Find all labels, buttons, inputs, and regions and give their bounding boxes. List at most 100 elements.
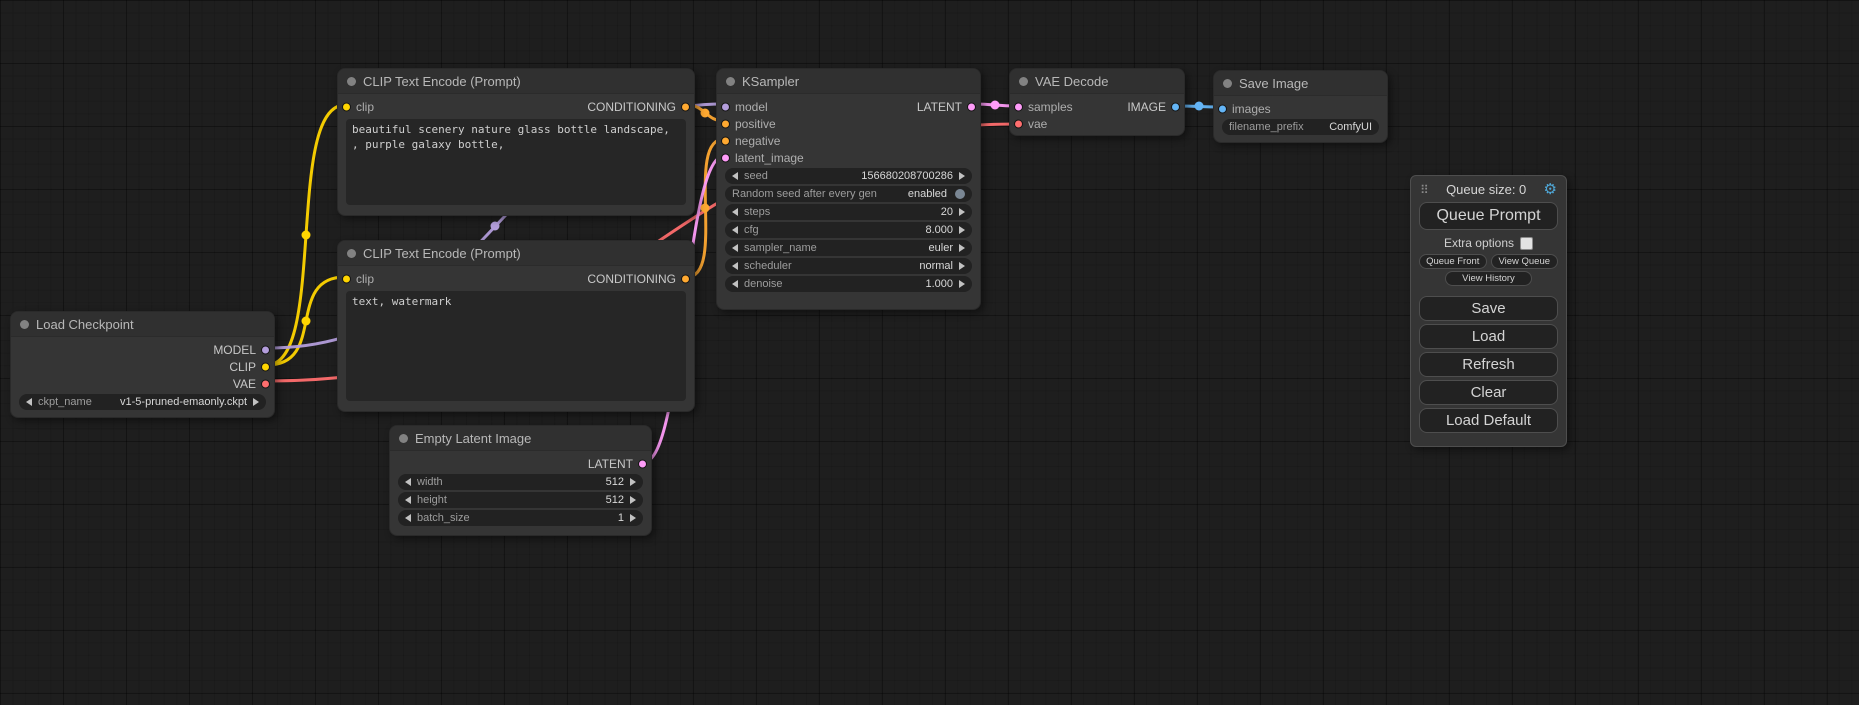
samples-input-dot[interactable] [1014, 102, 1023, 111]
decrement-icon[interactable] [405, 496, 411, 504]
random-seed-toggle-widget[interactable]: Random seed after every gen enabled [725, 186, 972, 202]
node-header[interactable]: CLIP Text Encode (Prompt) [338, 241, 694, 266]
toggle-knob-icon[interactable] [955, 189, 965, 199]
node-header[interactable]: VAE Decode [1010, 69, 1184, 94]
collapse-toggle-icon[interactable] [347, 249, 356, 258]
conditioning-output-dot[interactable] [681, 274, 690, 283]
decrement-icon[interactable] [732, 226, 738, 234]
node-header[interactable]: Save Image [1214, 71, 1387, 96]
node-vae-decode[interactable]: VAE Decode samples IMAGE vae [1009, 68, 1185, 136]
load-button[interactable]: Load [1419, 324, 1558, 349]
save-button[interactable]: Save [1419, 296, 1558, 321]
load-default-button[interactable]: Load Default [1419, 408, 1558, 433]
slot-row: samples IMAGE [1010, 98, 1184, 115]
collapse-toggle-icon[interactable] [1019, 77, 1028, 86]
increment-icon[interactable] [959, 280, 965, 288]
queue-prompt-button[interactable]: Queue Prompt [1419, 202, 1558, 230]
node-header[interactable]: CLIP Text Encode (Prompt) [338, 69, 694, 94]
node-ksampler[interactable]: KSampler model positive negative [716, 68, 981, 310]
node-clip-text-encode-positive[interactable]: CLIP Text Encode (Prompt) clip CONDITION… [337, 68, 695, 216]
widget-label: cfg [744, 224, 759, 236]
collapse-toggle-icon[interactable] [399, 434, 408, 443]
widget-value: enabled [908, 188, 947, 200]
node-canvas[interactable]: Load Checkpoint MODEL CLIP VAE ckpt_name… [0, 0, 1859, 705]
cfg-widget[interactable]: cfg 8.000 [725, 222, 972, 238]
workflow-buttons: Save Load Refresh Clear Load Default [1419, 296, 1558, 433]
node-header[interactable]: Empty Latent Image [390, 426, 651, 451]
extra-options-label: Extra options [1444, 236, 1514, 250]
clip-input-dot[interactable] [342, 102, 351, 111]
ckpt-name-widget[interactable]: ckpt_name v1-5-pruned-emaonly.ckpt [19, 394, 266, 410]
decrement-icon[interactable] [732, 262, 738, 270]
refresh-button[interactable]: Refresh [1419, 352, 1558, 377]
clip-output-dot[interactable] [261, 362, 270, 371]
decrement-icon[interactable] [26, 398, 32, 406]
node-load-checkpoint[interactable]: Load Checkpoint MODEL CLIP VAE ckpt_name… [10, 311, 275, 418]
view-history-button[interactable]: View History [1445, 271, 1531, 286]
vae-input-dot[interactable] [1014, 119, 1023, 128]
collapse-toggle-icon[interactable] [1223, 79, 1232, 88]
latent-output-dot[interactable] [638, 459, 647, 468]
increment-icon[interactable] [630, 514, 636, 522]
latent-image-input-dot[interactable] [721, 153, 730, 162]
model-input-dot[interactable] [721, 102, 730, 111]
clip-input-dot[interactable] [342, 274, 351, 283]
drag-handle-icon[interactable]: ⠿ [1420, 183, 1429, 197]
decrement-icon[interactable] [405, 478, 411, 486]
decrement-icon[interactable] [405, 514, 411, 522]
positive-prompt-textarea[interactable]: beautiful scenery nature glass bottle la… [346, 119, 686, 205]
width-widget[interactable]: width 512 [398, 474, 643, 490]
clear-button[interactable]: Clear [1419, 380, 1558, 405]
extra-options-checkbox[interactable] [1520, 237, 1533, 250]
conditioning-output-dot[interactable] [681, 102, 690, 111]
image-output-dot[interactable] [1171, 102, 1180, 111]
increment-icon[interactable] [630, 478, 636, 486]
decrement-icon[interactable] [732, 280, 738, 288]
view-queue-button[interactable]: View Queue [1491, 254, 1559, 269]
widget-value: ComfyUI [1329, 121, 1372, 133]
filename-prefix-widget[interactable]: filename_prefix ComfyUI [1222, 119, 1379, 135]
batch-size-widget[interactable]: batch_size 1 [398, 510, 643, 526]
widget-value: 8.000 [925, 224, 953, 236]
settings-gear-icon[interactable]: ⚙ [1544, 182, 1557, 197]
decrement-icon[interactable] [732, 208, 738, 216]
node-body: clip CONDITIONING text, watermark [338, 266, 694, 401]
queue-front-button[interactable]: Queue Front [1419, 254, 1487, 269]
sampler-name-widget[interactable]: sampler_name euler [725, 240, 972, 256]
collapse-toggle-icon[interactable] [20, 320, 29, 329]
increment-icon[interactable] [253, 398, 259, 406]
steps-widget[interactable]: steps 20 [725, 204, 972, 220]
node-header[interactable]: KSampler [717, 69, 980, 94]
increment-icon[interactable] [959, 244, 965, 252]
output-slots: LATENT [849, 98, 981, 166]
queue-panel-header: ⠿ Queue size: 0 ⚙ [1420, 182, 1557, 197]
images-input-dot[interactable] [1218, 104, 1227, 113]
height-widget[interactable]: height 512 [398, 492, 643, 508]
latent-output-dot[interactable] [967, 102, 976, 111]
increment-icon[interactable] [959, 172, 965, 180]
decrement-icon[interactable] [732, 172, 738, 180]
decrement-icon[interactable] [732, 244, 738, 252]
seed-widget[interactable]: seed 156680208700286 [725, 168, 972, 184]
node-clip-text-encode-negative[interactable]: CLIP Text Encode (Prompt) clip CONDITION… [337, 240, 695, 412]
negative-input-dot[interactable] [721, 136, 730, 145]
node-body: images filename_prefix ComfyUI [1214, 96, 1387, 135]
collapse-toggle-icon[interactable] [347, 77, 356, 86]
scheduler-widget[interactable]: scheduler normal [725, 258, 972, 274]
widget-value: 1 [618, 512, 624, 524]
negative-prompt-textarea[interactable]: text, watermark [346, 291, 686, 401]
increment-icon[interactable] [959, 208, 965, 216]
denoise-widget[interactable]: denoise 1.000 [725, 276, 972, 292]
node-save-image[interactable]: Save Image images filename_prefix ComfyU… [1213, 70, 1388, 143]
output-slot-latent: LATENT [390, 455, 651, 472]
increment-icon[interactable] [959, 226, 965, 234]
positive-input-dot[interactable] [721, 119, 730, 128]
model-output-dot[interactable] [261, 345, 270, 354]
node-header[interactable]: Load Checkpoint [11, 312, 274, 337]
widget-value: 156680208700286 [861, 170, 953, 182]
increment-icon[interactable] [630, 496, 636, 504]
increment-icon[interactable] [959, 262, 965, 270]
node-empty-latent-image[interactable]: Empty Latent Image LATENT width 512 heig… [389, 425, 652, 536]
vae-output-dot[interactable] [261, 379, 270, 388]
collapse-toggle-icon[interactable] [726, 77, 735, 86]
